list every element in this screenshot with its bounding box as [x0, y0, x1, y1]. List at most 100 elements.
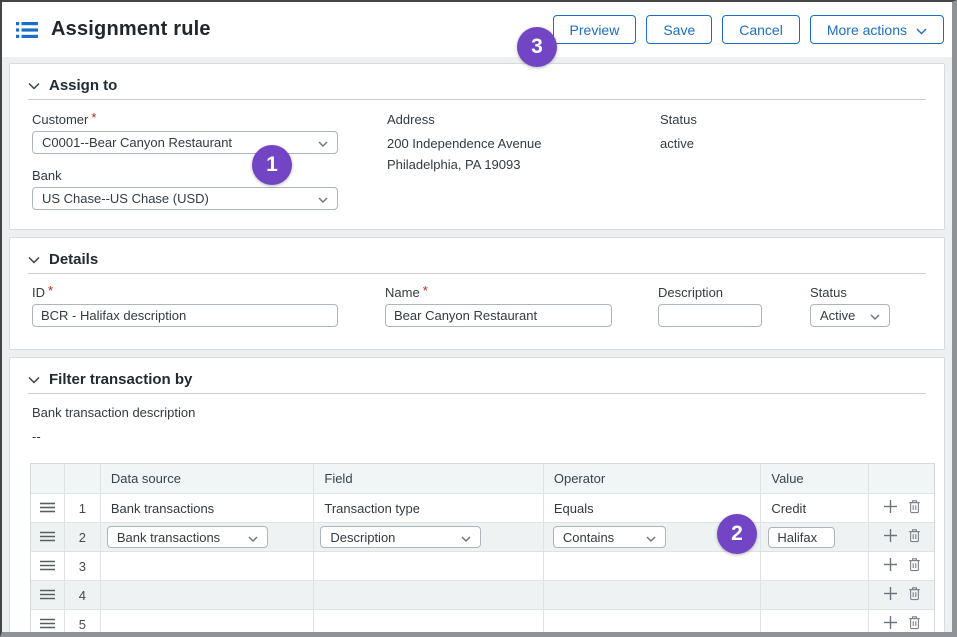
row-actions — [869, 494, 934, 522]
drag-handle-icon[interactable] — [40, 530, 55, 545]
cell-field — [314, 610, 543, 633]
column-header-blank — [31, 464, 65, 493]
section-divider — [28, 273, 926, 274]
name-input[interactable] — [385, 304, 612, 327]
section-divider — [28, 393, 926, 394]
cell-operator — [544, 552, 762, 580]
plus-icon — [883, 528, 898, 546]
customer-label: Customer — [32, 112, 338, 127]
chevron-down-icon — [916, 22, 927, 38]
chevron-down-icon — [870, 308, 880, 323]
drag-handle-icon[interactable] — [40, 559, 55, 574]
row-drag-cell — [31, 610, 65, 633]
add-row-button[interactable] — [883, 499, 898, 517]
row-number: 1 — [65, 494, 101, 522]
address-line-2: Philadelphia, PA 19093 — [387, 154, 541, 175]
cell-data-source: Bank transactions — [101, 523, 315, 551]
column-header-blank — [65, 464, 101, 493]
trash-icon — [908, 586, 921, 604]
trash-icon — [908, 615, 921, 633]
delete-row-button[interactable] — [908, 557, 921, 575]
delete-row-button[interactable] — [908, 528, 921, 546]
filter-row-3: 3 — [31, 552, 934, 581]
plus-icon — [883, 499, 898, 517]
filter-summary: Bank transaction description -- — [32, 405, 195, 444]
column-header-data-source: Data source — [101, 464, 315, 493]
drag-handle-icon[interactable] — [40, 588, 55, 603]
annotation-step-2: 2 — [717, 514, 757, 554]
filter-row-1: 1Bank transactionsTransaction typeEquals… — [31, 494, 934, 523]
row-number: 2 — [65, 523, 101, 551]
form-content: Assign to Customer C0001--Bear Canyon Re… — [2, 57, 952, 633]
details-status-select[interactable]: Active — [810, 304, 890, 327]
filter-row-2: 2 Bank transactions Description Contains — [31, 523, 934, 552]
assignment-rule-window: Assignment rule Preview Save Cancel More… — [0, 0, 957, 637]
cell-data-source — [101, 581, 315, 609]
cancel-button[interactable]: Cancel — [722, 15, 800, 44]
details-section: Details ID Name Description Status Activ… — [9, 237, 945, 350]
drag-handle-icon[interactable] — [40, 617, 55, 632]
bank-select-value: US Chase--US Chase (USD) — [42, 191, 209, 206]
address-column: Address 200 Independence Avenue Philadel… — [387, 112, 541, 175]
description-field: Description — [658, 285, 762, 327]
cell-value: Credit — [761, 494, 869, 522]
chevron-down-icon — [646, 530, 656, 545]
status-column: Status active — [660, 112, 697, 154]
collapse-chevron-icon[interactable] — [28, 82, 40, 90]
operator-select-value: Contains — [563, 530, 614, 545]
preview-button[interactable]: Preview — [553, 15, 637, 44]
filter-summary-value: -- — [32, 429, 195, 444]
field-select[interactable]: Description — [320, 526, 481, 548]
add-row-button[interactable] — [883, 615, 898, 633]
column-header-field: Field — [314, 464, 543, 493]
cell-field: Transaction type — [314, 494, 543, 522]
bank-select[interactable]: US Chase--US Chase (USD) — [32, 187, 338, 210]
customer-select[interactable]: C0001--Bear Canyon Restaurant — [32, 131, 338, 154]
add-row-button[interactable] — [883, 528, 898, 546]
cell-field — [314, 552, 543, 580]
delete-row-button[interactable] — [908, 615, 921, 633]
description-input[interactable] — [658, 304, 762, 327]
list-menu-icon[interactable] — [16, 21, 38, 39]
drag-handle-icon[interactable] — [40, 501, 55, 516]
more-actions-label: More actions — [827, 22, 907, 38]
row-drag-cell — [31, 581, 65, 609]
chevron-down-icon — [248, 530, 258, 545]
add-row-button[interactable] — [883, 557, 898, 575]
data-source-select-value: Bank transactions — [117, 530, 220, 545]
column-header-operator: Operator — [544, 464, 762, 493]
data-source-select[interactable]: Bank transactions — [107, 526, 268, 548]
collapse-chevron-icon[interactable] — [28, 376, 40, 384]
id-input[interactable] — [32, 304, 338, 327]
row-number: 3 — [65, 552, 101, 580]
annotation-step-1: 1 — [252, 145, 292, 185]
delete-row-button[interactable] — [908, 586, 921, 604]
row-drag-cell — [31, 552, 65, 580]
cell-data-source — [101, 610, 315, 633]
column-header-value: Value — [761, 464, 869, 493]
trash-icon — [908, 499, 921, 517]
assign-to-section: Assign to Customer C0001--Bear Canyon Re… — [9, 63, 945, 230]
value-input[interactable] — [768, 527, 835, 548]
app-bar: Assignment rule Preview Save Cancel More… — [2, 2, 952, 57]
plus-icon — [883, 615, 898, 633]
cell-data-source: Bank transactions — [101, 494, 315, 522]
collapse-chevron-icon[interactable] — [28, 256, 40, 264]
address-label: Address — [387, 112, 541, 127]
plus-icon — [883, 557, 898, 575]
description-label: Description — [658, 285, 762, 300]
save-button[interactable]: Save — [646, 15, 712, 44]
operator-select[interactable]: Contains — [553, 526, 666, 548]
assign-to-left-column: Customer C0001--Bear Canyon Restaurant B… — [32, 112, 338, 210]
assign-status-value: active — [660, 133, 697, 154]
name-label: Name — [385, 285, 612, 300]
row-drag-cell — [31, 494, 65, 522]
row-actions — [869, 610, 934, 633]
field-select-value: Description — [330, 530, 395, 545]
add-row-button[interactable] — [883, 586, 898, 604]
assign-status-label: Status — [660, 112, 697, 127]
delete-row-button[interactable] — [908, 499, 921, 517]
trash-icon — [908, 557, 921, 575]
row-actions — [869, 581, 934, 609]
more-actions-button[interactable]: More actions — [810, 15, 944, 44]
